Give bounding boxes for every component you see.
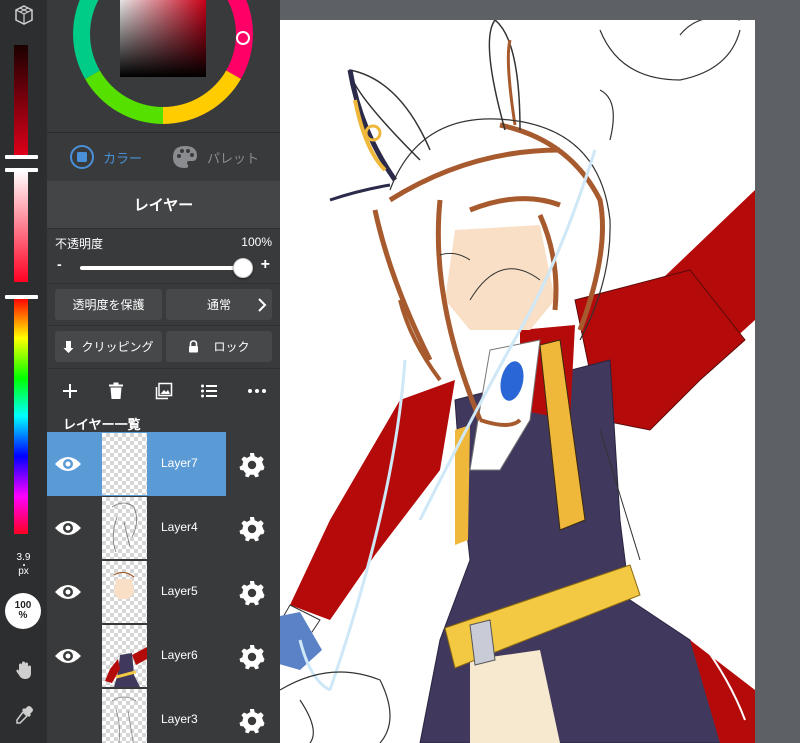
trash-icon[interactable] — [104, 379, 128, 403]
tool-strip: 3.9 px 100 % — [0, 0, 47, 743]
medibang-app: 3.9 px 100 % カラー パレット レイヤー 不透明度 100% - +… — [0, 0, 800, 743]
artwork-illustration — [260, 20, 755, 743]
opacity-decrease-button[interactable]: - — [57, 256, 62, 272]
eye-icon[interactable] — [47, 496, 89, 560]
gear-icon[interactable] — [239, 580, 265, 606]
tab-color-label: カラー — [103, 150, 143, 166]
layer-option-row-1: 透明度を保護 通常 — [47, 283, 280, 325]
layer-row-layer4[interactable]: Layer4 — [47, 496, 280, 560]
color-picker[interactable] — [47, 0, 280, 132]
layer-thumbnail — [102, 689, 147, 743]
layer-name: Layer6 — [161, 648, 198, 662]
brush-size-value: 3.9 — [16, 552, 31, 563]
opacity-increase-button[interactable]: + — [261, 256, 270, 274]
layer-row-layer7[interactable]: Layer7 — [47, 432, 280, 496]
eyedropper-icon[interactable] — [0, 700, 47, 730]
layer-option-row-2: クリッピング ロック — [47, 325, 280, 367]
layer-list-title: レイヤー一覧 — [63, 417, 141, 432]
tab-palette-label: パレット — [207, 150, 260, 166]
brush-size-display[interactable]: 3.9 px — [0, 553, 47, 577]
layer-thumbnail — [102, 433, 147, 495]
gear-icon[interactable] — [239, 516, 265, 542]
opacity-slider-track[interactable] — [80, 266, 243, 270]
layer-row-layer6[interactable]: Layer6 — [47, 624, 280, 688]
side-panel: カラー パレット レイヤー 不透明度 100% - + 透明度を保護 通常 クリ… — [47, 0, 280, 743]
layer-thumbnail — [102, 561, 147, 623]
eye-icon[interactable] — [47, 560, 89, 624]
layer-action-bar — [47, 368, 280, 412]
blend-mode-label: 通常 — [206, 298, 231, 312]
drawing-canvas[interactable] — [258, 20, 755, 743]
layer-opacity-control: 不透明度 100% - + — [47, 229, 280, 283]
color-tab-bar: カラー パレット — [47, 132, 280, 180]
more-options-icon[interactable] — [245, 379, 269, 403]
clipping-label: クリッピング — [81, 340, 154, 354]
layer-list-icon[interactable] — [197, 379, 221, 403]
opacity-value: 100% — [241, 235, 272, 249]
tab-color[interactable]: カラー — [69, 133, 142, 181]
cube-icon[interactable] — [0, 0, 47, 30]
brush-opacity-button[interactable]: 100 % — [5, 593, 41, 629]
layer-thumbnail — [102, 497, 147, 559]
opacity-label: 不透明度 — [55, 237, 104, 251]
lock-icon — [189, 340, 199, 353]
layer-thumbnail — [102, 625, 147, 687]
protect-alpha-label: 透明度を保護 — [72, 298, 145, 312]
layer-list: Layer7 Layer4 Layer5 Layer6 Layer3 — [47, 432, 280, 743]
layer-name: Layer5 — [161, 584, 198, 598]
layer-panel-title: レイヤー — [47, 181, 280, 229]
clipping-arrow-icon — [63, 340, 74, 353]
tab-palette[interactable]: パレット — [171, 133, 259, 181]
color-icon — [70, 145, 94, 169]
lock-button[interactable]: ロック — [166, 331, 272, 362]
layer-name: Layer3 — [161, 712, 198, 726]
brush-size-unit: px — [18, 566, 29, 577]
palette-icon — [173, 146, 197, 168]
color-wheel[interactable] — [47, 0, 280, 132]
layer-name: Layer7 — [161, 456, 198, 470]
color-sliders[interactable] — [0, 40, 47, 540]
eye-icon[interactable] — [47, 624, 89, 688]
chevron-right-icon[interactable] — [256, 297, 268, 313]
lock-label: ロック — [213, 340, 250, 354]
layer-row-layer3[interactable]: Layer3 — [47, 688, 280, 743]
opacity-slider-handle[interactable] — [233, 258, 253, 278]
eye-icon[interactable] — [47, 432, 89, 496]
hand-icon[interactable] — [0, 655, 47, 685]
gear-icon[interactable] — [239, 644, 265, 670]
gear-icon[interactable] — [239, 708, 265, 734]
layer-name: Layer4 — [161, 520, 198, 534]
clipping-button[interactable]: クリッピング — [55, 331, 162, 362]
protect-alpha-button[interactable]: 透明度を保護 — [55, 289, 162, 320]
gear-icon[interactable] — [239, 452, 265, 478]
layer-row-layer5[interactable]: Layer5 — [47, 560, 280, 624]
add-layer-icon[interactable] — [58, 379, 82, 403]
image-layer-icon[interactable] — [152, 379, 176, 403]
brush-opacity-unit: % — [18, 610, 28, 621]
